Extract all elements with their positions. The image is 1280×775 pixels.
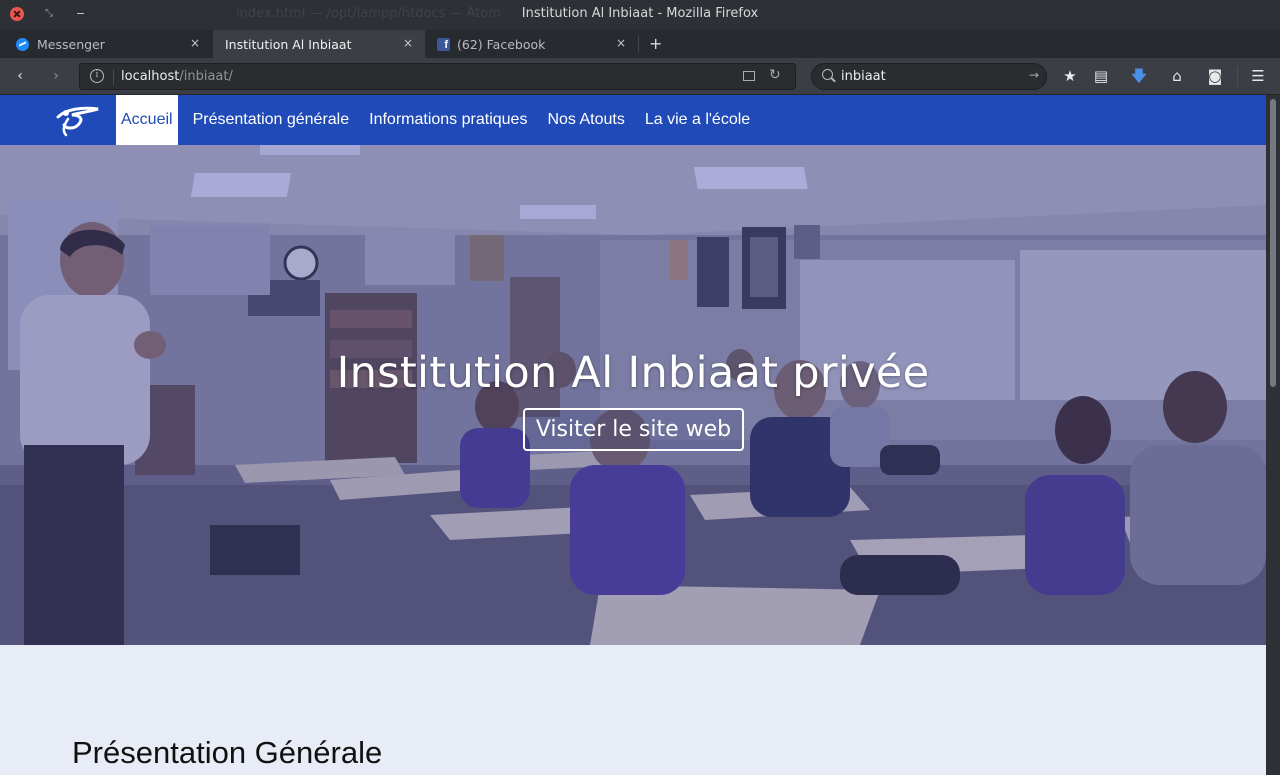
tab-close-icon[interactable]: × <box>616 36 626 50</box>
tab-label: Institution Al Inbiaat <box>225 37 352 52</box>
messenger-icon <box>16 38 29 51</box>
url-path: /inbiaat/ <box>179 69 233 84</box>
window-titlebar: ⤡ index.html — /opt/lampp/htdocs — Atom … <box>0 0 1280 30</box>
tab-close-icon[interactable]: × <box>403 36 413 50</box>
tab-messenger[interactable]: Messenger × <box>0 30 212 58</box>
url-text[interactable]: localhost/inbiaat/ <box>121 69 233 84</box>
tab-strip: Messenger × Institution Al Inbiaat × (62… <box>0 30 1280 58</box>
url-divider <box>113 69 114 85</box>
navigation-toolbar: ‹ › i localhost/inbiaat/ ↻ inbiaat → ★ ▤… <box>0 58 1280 95</box>
menu-item-accueil[interactable]: Accueil <box>116 95 178 145</box>
downloads-icon[interactable]: 🡇 <box>1130 67 1148 85</box>
pocket-icon[interactable]: ◙ <box>1206 67 1224 85</box>
bookmark-star-icon[interactable]: ★ <box>1061 67 1079 85</box>
hero-title: Institution Al Inbiaat privée <box>336 348 930 398</box>
reload-icon[interactable]: ↻ <box>769 67 781 83</box>
menu-item-informations[interactable]: Informations pratiques <box>359 95 537 145</box>
search-bar[interactable]: inbiaat → <box>811 63 1047 90</box>
tab-close-icon[interactable]: × <box>190 36 200 50</box>
menu-item-presentation[interactable]: Présentation générale <box>183 95 360 145</box>
facebook-icon: f <box>437 38 450 51</box>
tab-label: (62) Facebook <box>457 37 546 52</box>
menu-item-vie-ecole[interactable]: La vie a l'école <box>635 95 760 145</box>
reader-view-icon[interactable] <box>743 71 755 81</box>
back-arrow-icon[interactable]: ‹ <box>10 66 30 86</box>
forward-arrow-icon[interactable]: › <box>46 66 66 86</box>
site-info-icon[interactable]: i <box>90 69 104 83</box>
window-title: Institution Al Inbiaat - Mozilla Firefox <box>521 6 759 21</box>
tab-separator <box>638 36 639 52</box>
new-tab-icon[interactable]: + <box>649 34 662 53</box>
search-icon <box>822 69 833 80</box>
section-title: Présentation Générale <box>72 735 383 770</box>
visit-website-button[interactable]: Visiter le site web <box>523 408 744 451</box>
hamburger-menu-icon[interactable]: ☰ <box>1249 67 1267 85</box>
hero-banner: Institution Al Inbiaat privée Visiter le… <box>0 145 1266 645</box>
scrollbar-thumb[interactable] <box>1270 99 1276 387</box>
library-icon[interactable]: ▤ <box>1092 67 1110 85</box>
menu-item-atouts[interactable]: Nos Atouts <box>537 95 634 145</box>
site-menu: Accueil Présentation générale Informatio… <box>116 95 760 145</box>
site-navbar: Accueil Présentation générale Informatio… <box>0 95 1266 145</box>
tab-facebook[interactable]: (62) Facebook × <box>426 30 638 58</box>
school-logo-icon[interactable] <box>52 103 100 137</box>
tab-institution[interactable]: Institution Al Inbiaat × <box>213 30 425 58</box>
page-viewport: Accueil Présentation générale Informatio… <box>0 95 1280 775</box>
page-scrollbar[interactable] <box>1266 95 1280 775</box>
search-go-arrow-icon[interactable]: → <box>1029 68 1039 82</box>
tab-label: Messenger <box>37 37 105 52</box>
toolbar-separator <box>1237 66 1238 87</box>
search-input[interactable]: inbiaat <box>841 69 886 84</box>
url-bar[interactable]: i localhost/inbiaat/ ↻ <box>79 63 796 90</box>
home-icon[interactable]: ⌂ <box>1168 67 1186 85</box>
url-host: localhost <box>121 69 180 84</box>
